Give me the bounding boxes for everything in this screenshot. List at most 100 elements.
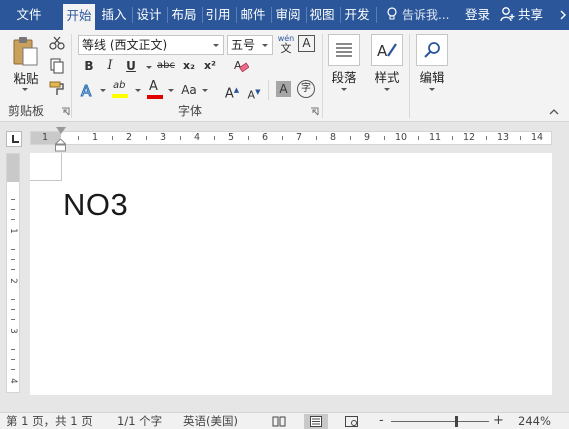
tab-file[interactable]: 文件 xyxy=(6,3,52,27)
strikethrough-button[interactable]: abc xyxy=(155,56,177,76)
ruler-number: 9 xyxy=(363,132,371,143)
chevron-down-icon[interactable] xyxy=(146,66,152,69)
login-button[interactable]: 登录 xyxy=(465,3,490,27)
subscript-button[interactable]: x₂ xyxy=(179,56,199,76)
character-shading-button[interactable]: A xyxy=(276,81,291,97)
tab-stop-selector[interactable] xyxy=(6,131,22,147)
bold-button[interactable]: B xyxy=(79,56,99,76)
font-color-label: A xyxy=(149,79,158,94)
ruler-tick xyxy=(112,136,113,140)
zoom-slider-track[interactable] xyxy=(391,421,489,422)
phonetic-guide-button[interactable]: wén 文 xyxy=(276,34,296,56)
ruler-number: 3 xyxy=(159,132,167,143)
font-name-dropdown[interactable]: 等线 (西文正文) xyxy=(78,35,224,55)
font-size-dropdown[interactable]: 五号 xyxy=(227,35,273,55)
cut-icon[interactable] xyxy=(49,36,65,50)
ruler-number: 7 xyxy=(295,132,303,143)
editing-button[interactable] xyxy=(416,34,448,66)
ruler-tick xyxy=(180,136,181,140)
ruler-tick xyxy=(146,136,147,140)
phonetic-bottom: 文 xyxy=(280,42,292,55)
ruler-tick xyxy=(11,319,15,320)
language-indicator[interactable]: 英语(美国) xyxy=(183,414,238,429)
highlight-label: ab xyxy=(113,80,126,91)
zoom-level[interactable]: 244% xyxy=(518,414,551,429)
superscript-button[interactable]: x² xyxy=(200,56,220,76)
tab-review[interactable]: 审阅 xyxy=(272,3,304,27)
chevron-down-icon[interactable] xyxy=(202,89,208,92)
ruler-tick xyxy=(11,309,15,310)
italic-button[interactable]: I xyxy=(100,56,120,76)
font-size-value: 五号 xyxy=(231,38,256,52)
tab-home[interactable]: 开始 xyxy=(63,4,95,30)
character-border-button[interactable]: A xyxy=(298,35,315,52)
horizontal-ruler[interactable]: 1 1 2 3 4 5 6 7 8 9 10 11 12 13 14 xyxy=(30,131,552,145)
tab-developer[interactable]: 开发 xyxy=(341,3,373,27)
ruler-number: 8 xyxy=(329,132,337,143)
grow-font-label: A xyxy=(224,86,234,102)
grow-font-button[interactable]: A▲ xyxy=(222,80,242,102)
ruler-number: 14 xyxy=(530,132,544,143)
text-effects-icon[interactable]: A xyxy=(80,82,96,98)
zoom-out-button[interactable]: - xyxy=(379,414,384,428)
document-text[interactable]: NO3 xyxy=(63,187,128,223)
ruler-number: 2 xyxy=(125,132,133,143)
tell-me-box[interactable]: 告诉我... xyxy=(386,3,449,27)
tab-view[interactable]: 视图 xyxy=(306,3,338,27)
print-layout-view-active[interactable] xyxy=(304,414,328,429)
chevron-down-icon[interactable] xyxy=(22,88,28,91)
tab-design[interactable]: 设计 xyxy=(133,3,165,27)
paragraph-button[interactable] xyxy=(328,34,360,66)
ruler-tick xyxy=(486,136,487,140)
chevron-down-icon xyxy=(262,44,268,47)
share-button[interactable]: 共享 xyxy=(500,1,558,28)
paste-button[interactable] xyxy=(8,34,42,68)
collapse-ribbon-icon[interactable] xyxy=(549,108,559,116)
chevron-down-icon[interactable] xyxy=(429,88,435,91)
ribbon: 粘贴 剪贴板 等线 (西文正文) 五号 wén 文 A B I U abc x₂… xyxy=(0,30,569,122)
chevron-down-icon[interactable] xyxy=(384,88,390,91)
zoom-in-button[interactable]: + xyxy=(493,414,504,428)
font-color-button[interactable]: A xyxy=(145,79,165,101)
styles-button[interactable]: A xyxy=(371,34,403,66)
underline-button[interactable]: U xyxy=(121,56,141,76)
first-line-indent-marker[interactable] xyxy=(56,127,66,134)
ruler-tick xyxy=(418,136,419,140)
word-count[interactable]: 1/1 个字 xyxy=(117,414,162,429)
chevron-right-icon[interactable] xyxy=(559,8,567,22)
chevron-down-icon[interactable] xyxy=(135,89,141,92)
search-icon xyxy=(424,42,440,58)
vertical-scrollbar[interactable] xyxy=(556,153,569,395)
chevron-down-icon[interactable] xyxy=(168,89,174,92)
ruler-number: 4 xyxy=(8,378,18,384)
hanging-indent-marker[interactable] xyxy=(55,139,66,152)
ruler-tick xyxy=(11,349,15,350)
format-painter-icon[interactable] xyxy=(49,80,65,96)
tab-layout[interactable]: 布局 xyxy=(168,3,200,27)
ruler-tick xyxy=(11,209,15,210)
read-mode-icon[interactable] xyxy=(272,416,286,427)
ruler-tick xyxy=(11,219,15,220)
tab-insert[interactable]: 插入 xyxy=(98,3,130,27)
clear-formatting-icon[interactable]: A xyxy=(233,58,249,74)
ruler-tick xyxy=(214,136,215,140)
highlight-button[interactable]: ab xyxy=(110,79,132,101)
chevron-down-icon xyxy=(213,44,219,47)
zoom-slider-thumb[interactable] xyxy=(455,416,458,427)
page-count[interactable]: 第 1 页，共 1 页 xyxy=(6,414,93,429)
dialog-launcher-icon[interactable] xyxy=(61,107,70,116)
shrink-font-button[interactable]: A▼ xyxy=(244,82,264,102)
chevron-down-icon[interactable] xyxy=(341,88,347,91)
font-color-swatch xyxy=(147,95,163,99)
tab-mailings[interactable]: 邮件 xyxy=(237,3,269,27)
chevron-down-icon[interactable] xyxy=(100,89,106,92)
copy-icon[interactable] xyxy=(49,58,65,74)
vertical-ruler[interactable]: 1 2 3 4 xyxy=(6,153,20,393)
web-layout-icon[interactable] xyxy=(345,416,359,427)
tab-references[interactable]: 引用 xyxy=(202,3,234,27)
ruler-number: 1 xyxy=(91,132,99,143)
dialog-launcher-icon[interactable] xyxy=(310,107,319,116)
change-case-button[interactable]: Aa xyxy=(178,80,200,100)
enclose-characters-button[interactable]: 字 xyxy=(297,80,315,98)
status-bar: 第 1 页，共 1 页 1/1 个字 英语(美国) - + 244% xyxy=(0,412,569,429)
